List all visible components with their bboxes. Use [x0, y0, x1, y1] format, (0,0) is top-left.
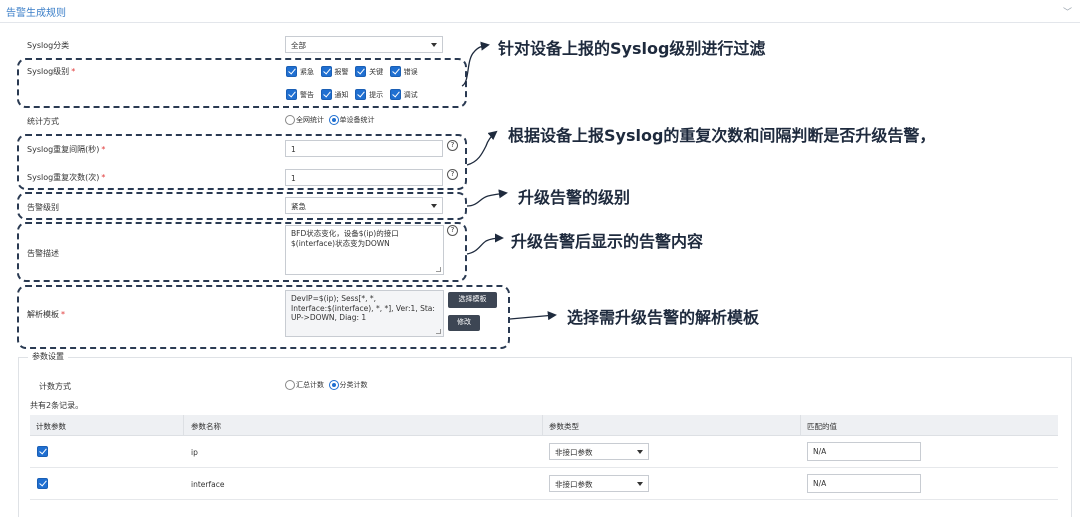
column-header-name: 参数名称	[191, 422, 221, 431]
count-param-checkbox[interactable]	[37, 478, 48, 489]
dropdown-arrow-icon	[637, 450, 643, 454]
record-count: 共有2条记录。	[30, 401, 84, 410]
table-row: ip 非接口参数 N/A	[30, 436, 1058, 468]
annotation-alarm-desc: 升级告警后显示的告警内容	[511, 232, 704, 251]
count-mode-label: 计数方式	[39, 382, 71, 391]
params-table: 计数参数 参数名称 参数类型 匹配的值 ip 非接口参数 N/A interfa…	[30, 415, 1058, 500]
match-value-input[interactable]: N/A	[807, 442, 921, 461]
column-header-count: 计数参数	[36, 422, 66, 431]
count-mode-option-category: 分类计数	[339, 381, 368, 389]
param-type-select[interactable]: 非接口参数	[549, 443, 649, 460]
count-param-checkbox[interactable]	[37, 446, 48, 457]
count-mode-radios: 汇总计数 分类计数	[285, 380, 370, 390]
annotation-parse-template: 选择需升级告警的解析模板	[567, 308, 760, 327]
match-value-input[interactable]: N/A	[807, 474, 921, 493]
annotation-repeat: 根据设备上报Syslog的重复次数和间隔判断是否升级告警，	[508, 126, 936, 145]
annotation-alarm-level: 升级告警的级别	[518, 188, 631, 207]
count-mode-radio-category[interactable]	[328, 380, 339, 390]
param-name: interface	[191, 480, 225, 489]
dropdown-arrow-icon	[637, 482, 643, 486]
param-type-value: 非接口参数	[555, 480, 593, 489]
annotation-syslog-level: 针对设备上报的Syslog级别进行过滤	[498, 39, 766, 58]
column-header-type: 参数类型	[549, 422, 579, 431]
count-mode-radio-total[interactable]	[285, 380, 295, 390]
param-type-select[interactable]: 非接口参数	[549, 475, 649, 492]
param-type-value: 非接口参数	[555, 448, 593, 457]
param-name: ip	[191, 448, 198, 457]
column-header-match: 匹配的值	[807, 422, 837, 431]
params-legend: 参数设置	[28, 351, 68, 362]
table-header: 计数参数 参数名称 参数类型 匹配的值	[30, 415, 1058, 436]
count-mode-option-total: 汇总计数	[296, 381, 324, 389]
table-row: interface 非接口参数 N/A	[30, 468, 1058, 500]
